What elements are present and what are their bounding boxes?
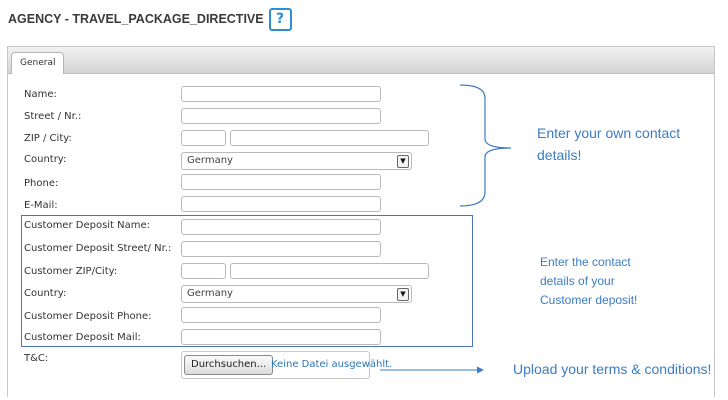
country-select-value: Germany (187, 155, 233, 166)
deposit-country-select-value: Germany (187, 288, 233, 299)
street-label: Street / Nr.: (24, 111, 82, 122)
deposit-phone-label: Customer Deposit Phone: (24, 311, 152, 322)
deposit-name-label: Customer Deposit Name: (24, 220, 151, 231)
deposit-zip-input[interactable] (181, 263, 226, 279)
deposit-mail-label: Customer Deposit Mail: (24, 332, 141, 343)
arrow-right-icon (380, 366, 484, 374)
zip-city-label: ZIP / City: (24, 133, 72, 144)
deposit-city-input[interactable] (230, 263, 429, 279)
deposit-street-label: Customer Deposit Street/ Nr.: (24, 243, 172, 254)
own-contact-annotation-line1: Enter your own contact (537, 125, 681, 141)
zip-input[interactable] (181, 130, 226, 146)
page-header: AGENCY - TRAVEL_PACKAGE_DIRECTIVE ? (8, 7, 292, 31)
upload-annotation: Upload your terms & conditions! (513, 361, 712, 377)
deposit-annotation-line2: details of your (540, 274, 615, 288)
country-label: Country: (24, 154, 67, 165)
email-input[interactable] (181, 196, 381, 212)
deposit-mail-input[interactable] (181, 329, 381, 345)
chevron-down-icon[interactable]: ▼ (397, 288, 409, 301)
deposit-zip-city-label: Customer ZIP/City: (24, 266, 118, 277)
email-label: E-Mail: (24, 200, 58, 211)
help-icon[interactable]: ? (268, 7, 292, 31)
browse-button[interactable]: Durchsuchen... (184, 355, 274, 375)
deposit-contact-annotation: Enter the contact details of your Custom… (540, 253, 637, 310)
tab-bar: General (8, 47, 714, 74)
deposit-phone-input[interactable] (181, 307, 381, 323)
city-input[interactable] (230, 130, 429, 146)
deposit-country-label: Country: (24, 288, 67, 299)
file-status-text: Keine Datei ausgewählt. (271, 359, 393, 370)
deposit-name-input[interactable] (181, 219, 381, 235)
deposit-street-input[interactable] (181, 241, 381, 257)
name-input[interactable] (181, 86, 381, 102)
deposit-annotation-line3: Customer deposit! (540, 293, 638, 307)
deposit-country-select[interactable]: Germany ▼ (181, 285, 412, 303)
tnc-label: T&C: (24, 353, 49, 364)
chevron-down-icon[interactable]: ▼ (397, 155, 409, 168)
deposit-annotation-line1: Enter the contact (540, 255, 631, 269)
name-label: Name: (24, 89, 57, 100)
phone-label: Phone: (24, 178, 59, 189)
street-input[interactable] (181, 108, 381, 124)
phone-input[interactable] (181, 174, 381, 190)
own-contact-annotation-line2: details! (537, 147, 582, 163)
tab-general[interactable]: General (11, 52, 65, 74)
country-select[interactable]: Germany ▼ (181, 152, 412, 170)
own-contact-annotation: Enter your own contact details! (537, 122, 680, 166)
own-contact-bracket (459, 84, 512, 207)
page-title: AGENCY - TRAVEL_PACKAGE_DIRECTIVE (8, 12, 264, 26)
